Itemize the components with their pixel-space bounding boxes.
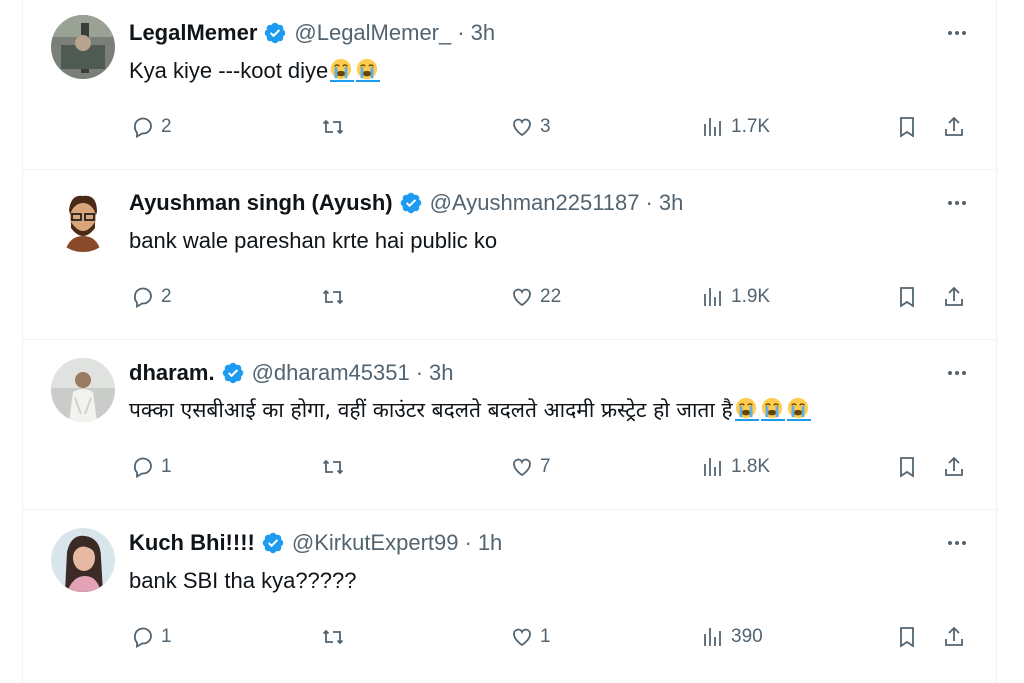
timestamp[interactable]: 3h: [659, 190, 683, 216]
views-button[interactable]: 1.9K: [701, 282, 770, 312]
loudly-crying-face-emoji: [356, 58, 381, 82]
tweet[interactable]: Ayushman singh (Ayush) @Ayushman2251187 …: [23, 170, 998, 340]
more-options-icon[interactable]: [942, 528, 972, 558]
author-name[interactable]: dharam.: [129, 360, 215, 386]
author-handle[interactable]: @Ayushman2251187: [430, 190, 640, 216]
view-count: 1.8K: [731, 456, 771, 477]
heart-icon: [513, 288, 531, 307]
tweet-text-content: पक्का एसबीआई का होगा, वहीं काउंटर बदलते …: [129, 398, 733, 422]
retweet-icon: [322, 119, 344, 135]
like-button[interactable]: 1: [510, 622, 551, 652]
verified-badge-icon: [261, 531, 285, 555]
more-options-icon[interactable]: [942, 358, 972, 388]
tweet-text: bank SBI tha kya?????: [129, 568, 357, 594]
like-count: 7: [540, 456, 551, 477]
timestamp[interactable]: 1h: [478, 530, 502, 556]
share-icon[interactable]: [942, 282, 966, 312]
retweet-button[interactable]: [321, 112, 345, 142]
reply-icon: [134, 457, 152, 479]
tweet-text-content: Kya kiye ---koot diye: [129, 58, 329, 83]
author-handle[interactable]: @LegalMemer_: [294, 20, 451, 46]
timeline-feed: LegalMemer @LegalMemer_ · 3h Kya kiye --…: [22, 0, 998, 683]
share-icon[interactable]: [942, 112, 966, 142]
retweet-icon: [322, 459, 344, 475]
reply-icon: [134, 117, 152, 139]
views-chart-icon: [704, 458, 721, 476]
view-count: 1.9K: [731, 286, 771, 307]
view-count: 390: [731, 626, 763, 647]
timestamp[interactable]: 3h: [429, 360, 453, 386]
views-chart-icon: [704, 628, 721, 646]
views-button[interactable]: 1.8K: [701, 452, 770, 482]
retweet-button[interactable]: [321, 452, 345, 482]
reply-count: 2: [161, 116, 172, 137]
like-count: 1: [540, 626, 551, 647]
reply-count: 1: [161, 456, 172, 477]
reply-count: 2: [161, 286, 172, 307]
bookmark-icon[interactable]: [895, 112, 919, 142]
like-button[interactable]: 7: [510, 452, 551, 482]
verified-badge-icon: [399, 191, 423, 215]
heart-icon: [513, 118, 531, 137]
more-options-icon[interactable]: [942, 18, 972, 48]
reply-icon: [134, 287, 152, 309]
tweet-text-content: bank SBI tha kya?????: [129, 568, 357, 593]
heart-icon: [513, 628, 531, 647]
separator-dot: ·: [457, 20, 465, 45]
bookmark-icon[interactable]: [895, 452, 919, 482]
loudly-crying-face-emoji: [330, 58, 355, 82]
reply-count: 1: [161, 626, 172, 647]
like-count: 3: [540, 116, 551, 137]
loudly-crying-face-emoji: [734, 397, 759, 421]
views-chart-icon: [704, 118, 721, 136]
author-name[interactable]: Kuch Bhi!!!!: [129, 530, 255, 556]
views-chart-icon: [704, 288, 721, 306]
reply-button[interactable]: 2: [131, 112, 172, 142]
share-icon[interactable]: [942, 452, 966, 482]
avatar[interactable]: [51, 15, 115, 79]
author-name[interactable]: Ayushman singh (Ayush): [129, 190, 393, 216]
verified-badge-icon: [263, 21, 287, 45]
reply-button[interactable]: 1: [131, 452, 172, 482]
tweet[interactable]: LegalMemer @LegalMemer_ · 3h Kya kiye --…: [23, 0, 998, 170]
retweet-button[interactable]: [321, 282, 345, 312]
verified-badge-icon: [221, 361, 245, 385]
view-count: 1.7K: [731, 116, 771, 137]
bookmark-icon[interactable]: [895, 622, 919, 652]
tweet-text: पक्का एसबीआई का होगा, वहीं काउंटर बदलते …: [129, 396, 811, 424]
avatar[interactable]: [51, 188, 115, 252]
heart-icon: [513, 458, 531, 477]
retweet-icon: [322, 629, 344, 645]
like-button[interactable]: 3: [510, 112, 551, 142]
reply-button[interactable]: 2: [131, 282, 172, 312]
tweet-text-content: bank wale pareshan krte hai public ko: [129, 228, 498, 253]
views-button[interactable]: 390: [701, 622, 763, 652]
author-handle[interactable]: @dharam45351: [252, 360, 410, 386]
tweet[interactable]: Kuch Bhi!!!! @KirkutExpert99 · 1h bank S…: [23, 510, 998, 683]
tweet[interactable]: dharam. @dharam45351 · 3h पक्का एसबीआई क…: [23, 340, 998, 510]
author-handle[interactable]: @KirkutExpert99: [292, 530, 459, 556]
avatar[interactable]: [51, 358, 115, 422]
views-button[interactable]: 1.7K: [701, 112, 770, 142]
loudly-crying-face-emoji: [760, 397, 785, 421]
like-button[interactable]: 22: [510, 282, 561, 312]
separator-dot: ·: [464, 530, 472, 555]
tweet-text: Kya kiye ---koot diye: [129, 58, 381, 84]
retweet-icon: [322, 289, 344, 305]
author-name[interactable]: LegalMemer: [129, 20, 257, 46]
avatar[interactable]: [51, 528, 115, 592]
tweet-text: bank wale pareshan krte hai public ko: [129, 228, 497, 254]
loudly-crying-face-emoji: [786, 397, 811, 421]
timestamp[interactable]: 3h: [471, 20, 495, 46]
separator-dot: ·: [415, 360, 424, 385]
reply-button[interactable]: 1: [131, 622, 172, 652]
bookmark-icon[interactable]: [895, 282, 919, 312]
retweet-button[interactable]: [321, 622, 345, 652]
like-count: 22: [540, 286, 562, 307]
more-options-icon[interactable]: [942, 188, 972, 218]
separator-dot: ·: [645, 190, 653, 215]
share-icon[interactable]: [942, 622, 966, 652]
reply-icon: [134, 627, 152, 649]
